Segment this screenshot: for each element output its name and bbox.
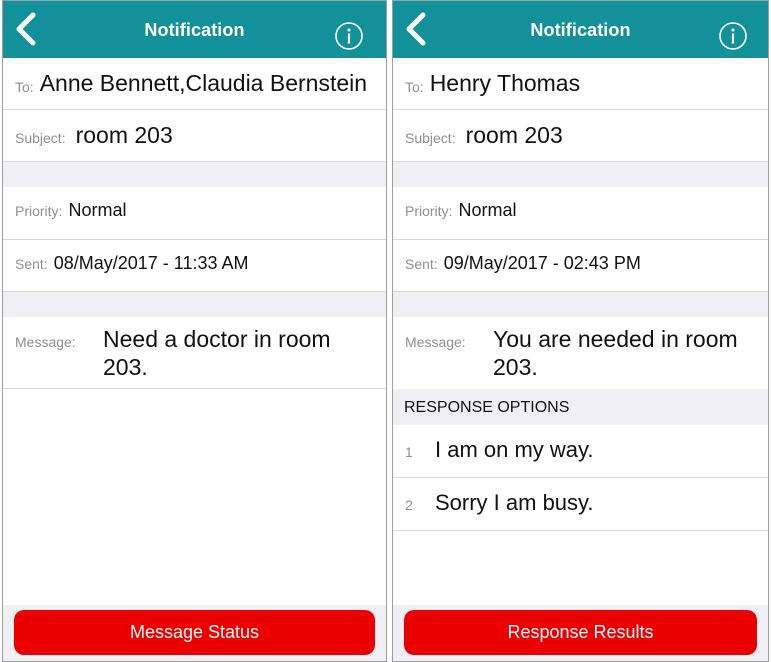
subject-value: room 203 [465,122,563,148]
subject-row: Subject: room 203 [3,110,386,162]
sent-value: 09/May/2017 - 02:43 PM [443,253,641,273]
response-option[interactable]: 1 I am on my way. [393,425,768,478]
sent-row: Sent: 08/May/2017 - 11:33 AM [3,240,386,292]
to-label: To: [405,79,424,95]
sent-label: Sent: [15,256,48,272]
notification-screen-left: Notification To: Anne Bennett,Claudia Ber… [2,0,387,662]
response-results-button[interactable]: Response Results [404,610,757,655]
sent-row: Sent: 09/May/2017 - 02:43 PM [393,240,768,292]
message-status-button[interactable]: Message Status [14,610,375,655]
nav-bar: Notification [393,1,768,58]
subject-row: Subject: room 203 [393,110,768,162]
nav-bar: Notification [3,1,386,58]
response-option-label: Sorry I am busy. [435,490,594,515]
message-value: Need a doctor in room 203. [103,326,331,380]
response-option-label: I am on my way. [435,437,594,462]
to-row: To: Anne Bennett,Claudia Bernstein [3,58,386,110]
to-row: To: Henry Thomas [393,58,768,110]
section-spacer [3,162,386,187]
info-button[interactable] [334,21,364,51]
info-icon [719,22,747,50]
priority-row: Priority: Normal [393,187,768,240]
nav-title: Notification [144,20,245,40]
info-icon [335,22,363,50]
message-label: Message: [15,334,76,350]
message-row: Message: You are needed in room 203. [393,317,768,389]
nav-title: Notification [530,20,631,40]
message-row: Message: Need a doctor in room 203. [3,317,386,389]
subject-value: room 203 [75,122,173,148]
priority-row: Priority: Normal [3,187,386,240]
response-option[interactable]: 2 Sorry I am busy. [393,478,768,531]
priority-label: Priority: [405,203,453,219]
section-spacer [393,292,768,317]
priority-value: Normal [68,200,127,220]
to-value: Henry Thomas [429,70,581,96]
section-spacer [393,162,768,187]
message-label: Message: [405,334,466,350]
response-option-number: 1 [405,444,413,460]
to-value: Anne Bennett,Claudia Bernstein [39,70,368,96]
notification-screen-right: Notification To: Henry Thomas Subject: roo… [392,0,769,662]
footer-bar: Message Status [3,605,386,661]
sent-value: 08/May/2017 - 11:33 AM [53,253,249,273]
priority-label: Priority: [15,203,63,219]
to-label: To: [15,79,34,95]
section-spacer [3,292,386,317]
sent-label: Sent: [405,256,438,272]
subject-label: Subject: [405,130,456,146]
footer-bar: Response Results [393,605,768,661]
priority-value: Normal [458,200,517,220]
message-value: You are needed in room 203. [493,326,738,380]
response-option-number: 2 [405,497,413,513]
response-options-header: RESPONSE OPTIONS [393,389,768,425]
subject-label: Subject: [15,130,66,146]
info-button[interactable] [718,21,748,51]
